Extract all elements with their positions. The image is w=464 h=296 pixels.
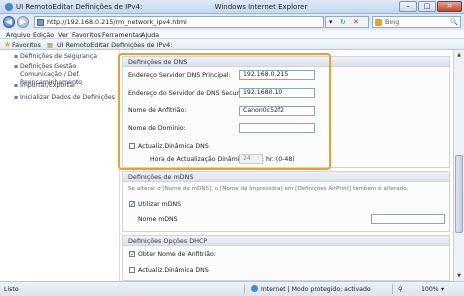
tab-page-icon: ▦	[47, 41, 54, 49]
dynamic-dns-checkbox[interactable]	[129, 143, 135, 149]
stop-icon[interactable]: ✕	[353, 17, 359, 27]
status-divider	[392, 284, 393, 294]
sidebar-item-label: Definições de Segurança	[20, 53, 98, 60]
mdns-settings-section: Definições de mDNS Se alterar o [Nome de…	[122, 171, 450, 232]
zoom-level[interactable]: 100%	[421, 286, 439, 293]
bullet-icon: ▪	[14, 94, 19, 101]
zoom-dropdown-icon[interactable]: ▾	[441, 286, 444, 293]
scroll-up-icon[interactable]: ▲	[455, 51, 463, 59]
dhcp-options-section: Definições Opções DHCP ✓ Obter Nome de A…	[122, 235, 450, 281]
section-title: Definições de mDNS	[123, 172, 449, 182]
page-icon	[37, 19, 44, 26]
search-icon[interactable]: 🔍	[450, 17, 458, 27]
menu-edit[interactable]: Edição	[33, 31, 54, 39]
address-dropdown-icon[interactable]: ▾	[329, 17, 333, 27]
section-title: Definições Opções DHCP	[123, 236, 449, 246]
domain-name-input[interactable]	[239, 123, 315, 133]
status-divider	[244, 284, 245, 294]
bullet-icon: ▪	[14, 63, 19, 70]
sidebar-item-label: Importar/Exportar	[20, 82, 76, 89]
security-zone[interactable]: Internet | Modo protegido: activado	[261, 286, 371, 293]
status-text: Listo	[4, 286, 19, 293]
protected-mode-icon[interactable]: ⚲	[398, 286, 403, 293]
main-content: Definições de DNS Endereço Servidor DNS …	[120, 50, 453, 281]
check-mark-icon: ✓	[130, 251, 136, 258]
menu-view[interactable]: Ver	[58, 31, 68, 39]
forward-button[interactable]: ▶	[17, 16, 29, 28]
mdns-name-input[interactable]	[371, 214, 445, 224]
window-title: UI RemotoEditar Definições de IPv4: Wind…	[16, 3, 396, 11]
primary-dns-label: Endereço Servidor DNS Principal:	[128, 72, 231, 79]
bullet-icon: ▪	[14, 82, 19, 89]
menu-help[interactable]: Ajuda	[141, 31, 159, 39]
browser-tab[interactable]: UI RemotoEditar Definições de IPv4:	[57, 41, 172, 49]
host-name-input[interactable]: Canon0c52f2	[239, 106, 315, 116]
check-mark-icon: ✓	[130, 201, 136, 208]
minimize-button[interactable]: –	[399, 1, 417, 12]
use-mdns-label: Utilizar mDNS	[138, 201, 182, 208]
bullet-icon: ▪	[14, 53, 19, 60]
dns-settings-section: Definições de DNS Endereço Servidor DNS …	[122, 56, 450, 168]
scrollbar-thumb[interactable]	[455, 155, 463, 233]
dns-update-interval-unit: hr. (0-48)	[266, 156, 295, 163]
dhcp-dynamic-dns-label: Actualiz.Dinâmica DNS	[138, 267, 209, 274]
obtain-host-name-label: Obter Nome de Anfitrião:	[138, 251, 216, 258]
back-button[interactable]: ◀	[3, 16, 15, 28]
search-field[interactable]: Bing 🔍	[372, 16, 461, 28]
maximize-button[interactable]: □	[418, 1, 436, 12]
navigation-bar: ◀ ▶ http://192.168.0.215/rm_network_ipv4…	[0, 14, 464, 30]
menu-tools[interactable]: Ferramentas	[102, 31, 142, 39]
domain-name-label: Nome de Domínio:	[128, 125, 186, 132]
favorites-bar: ★ Favoritos ▦ UI RemotoEditar Definições…	[0, 39, 464, 50]
menu-favorites[interactable]: Favoritos	[72, 31, 101, 39]
window-title-app: Windows Internet Explorer	[214, 3, 308, 11]
status-bar: Listo Internet | Modo protegido: activad…	[0, 281, 464, 296]
sidebar-item-import-export[interactable]: ▪ Importar/Exportar	[14, 82, 118, 90]
title-bar: UI RemotoEditar Definições de IPv4: Wind…	[0, 0, 464, 14]
sidebar: ▪ Definições de Segurança ▪ Definições G…	[0, 50, 120, 281]
sidebar-item-label: Inicializar Dados de Definições	[20, 94, 115, 101]
scroll-down-icon[interactable]: ▼	[455, 272, 463, 280]
window-title-page: UI RemotoEditar Definições de IPv4:	[16, 3, 143, 11]
menu-bar: Arquivo Edição Ver Favoritos Ferramentas…	[0, 30, 464, 39]
section-title: Definições de DNS	[123, 57, 449, 67]
search-placeholder: Bing	[385, 18, 400, 26]
mdns-name-label: Nome mDNS	[138, 216, 178, 223]
vertical-scrollbar[interactable]: ▲ ▼	[453, 50, 464, 281]
address-url: http://192.168.0.215/rm_network_ipv4.htm…	[47, 18, 187, 26]
dns-update-interval-input[interactable]: 24	[239, 154, 263, 164]
favorites-star-icon[interactable]: ★	[4, 40, 11, 49]
favorites-button[interactable]: Favoritos	[12, 41, 41, 49]
address-tools: ▾ ↻ ✕	[325, 16, 369, 28]
address-field[interactable]: http://192.168.0.215/rm_network_ipv4.htm…	[34, 16, 324, 28]
close-window-button[interactable]: ✕	[437, 1, 462, 12]
internet-explorer-icon	[5, 3, 13, 11]
sidebar-item-initialize[interactable]: ▪ Inicializar Dados de Definições	[14, 94, 118, 102]
primary-dns-input[interactable]: 192.168.0.215	[239, 70, 315, 80]
host-name-label: Nome de Anfitrião:	[128, 107, 187, 114]
dhcp-dynamic-dns-checkbox[interactable]	[129, 267, 135, 273]
refresh-icon[interactable]: ↻	[340, 17, 346, 27]
obtain-host-name-checkbox[interactable]: ✓	[129, 251, 136, 258]
dynamic-dns-label: Actualiz.Dinâmica DNS	[138, 143, 209, 150]
sidebar-item-security[interactable]: ▪ Definições de Segurança	[14, 53, 118, 61]
menu-file[interactable]: Arquivo	[6, 31, 30, 39]
bing-icon	[375, 19, 382, 26]
globe-icon	[251, 285, 258, 292]
mdns-note: Se alterar o [Nome de mDNS], o [Nome da …	[128, 186, 409, 192]
secondary-dns-input[interactable]: 192.1680.10	[239, 88, 315, 98]
use-mdns-checkbox[interactable]: ✓	[129, 201, 136, 208]
